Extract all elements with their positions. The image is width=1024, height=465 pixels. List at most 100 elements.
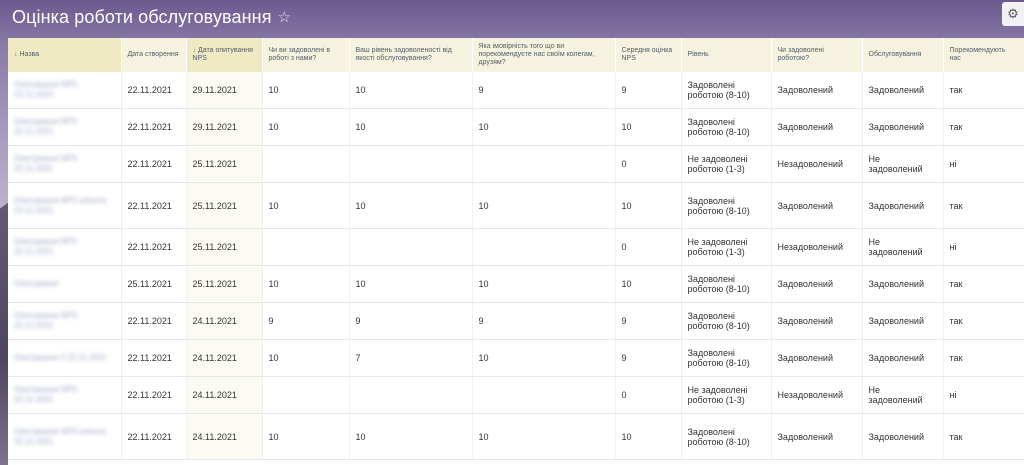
table-cell-satisfied: Незадоволений <box>771 376 863 414</box>
table-cell-name[interactable]: Опитування NPS 22.11.2021 <box>8 72 122 109</box>
column-header[interactable]: Середня оцінка NPS <box>615 38 682 72</box>
table-cell-service: Не задоволений <box>862 228 944 266</box>
table-cell-created: 22.11.2021 <box>121 145 187 183</box>
table-cell-service: Задоволений <box>862 302 944 340</box>
table-cell-avg: 0 <box>615 376 682 414</box>
table-row[interactable]: Опитування NPS 22.11.2021 22.11.2021 25.11… <box>8 145 1024 183</box>
column-header-label: Обслуговування <box>868 51 922 58</box>
column-header[interactable]: ↓ Назва <box>8 38 122 72</box>
table-cell-satisfied: Задоволений <box>771 182 863 229</box>
record-name-link[interactable]: Опитування NPS 22.11.2021 <box>14 80 115 100</box>
table-cell-q2: 7 <box>349 339 473 377</box>
record-name-link[interactable]: Опитування NPS 22.11.2021 <box>14 311 115 331</box>
table-cell-recommend: так <box>943 182 1024 229</box>
table-cell-q1 <box>262 145 350 183</box>
record-name-link[interactable]: Опитування NPS клієнта 22.11.2021 <box>14 196 115 216</box>
column-header[interactable]: Дата створення <box>121 38 187 72</box>
record-name-link[interactable]: Опитування NPS клієнта 22.11.2021 <box>14 427 115 447</box>
table-cell-recommend: так <box>943 108 1024 146</box>
table-cell-service: Задоволений <box>862 339 944 377</box>
favorite-star-icon[interactable]: ☆ <box>278 8 292 26</box>
table-cell-q1 <box>262 376 350 414</box>
table-cell-satisfied: Задоволений <box>771 72 863 109</box>
table-cell-survey: 25.11.2021 <box>186 145 263 183</box>
table-cell-satisfied: Задоволений <box>771 302 863 340</box>
page-title-text: Оцінка роботи обслуговування <box>12 7 272 27</box>
table-row[interactable]: Опитування 25.11.2021 25.11.2021 10 10 10 10 За… <box>8 265 1024 303</box>
table-cell-q2: 9 <box>349 302 473 340</box>
table-cell-recommend: так <box>943 72 1024 109</box>
table-cell-satisfied: Задоволений <box>771 265 863 303</box>
record-name-link[interactable]: Опитування NPS 22.11.2021 <box>14 237 115 257</box>
table-cell-created: 22.11.2021 <box>121 108 187 146</box>
column-header-label: Рівень <box>687 51 709 58</box>
table-cell-name[interactable]: Опитування NPS 22.11.2021 <box>8 302 122 340</box>
table-cell-level: Задоволені роботою (8-10) <box>681 72 772 109</box>
table-cell-name[interactable]: Опитування <box>8 265 122 303</box>
table-cell-avg: 10 <box>615 413 682 460</box>
table-cell-name[interactable]: Опитування 2 22.11.2021 <box>8 339 122 377</box>
record-name-link[interactable]: Опитування NPS 22.11.2021 <box>14 154 115 174</box>
column-header[interactable]: Яка імовірність того що ви порекомендуєт… <box>472 38 616 72</box>
table-cell-satisfied: Задоволений <box>771 413 863 460</box>
table-row[interactable]: Опитування NPS 22.11.2021 22.11.2021 25.11… <box>8 228 1024 266</box>
table-cell-q3: 9 <box>472 302 616 340</box>
table-row[interactable]: Опитування NPS клієнта 22.11.2021 22.11.2… <box>8 413 1024 460</box>
table-cell-name[interactable]: Опитування NPS клієнта 22.11.2021 <box>8 413 122 460</box>
table-cell-level: Задоволені роботою (8-10) <box>681 265 772 303</box>
record-name-link[interactable]: Опитування NPS 22.11.2021 <box>14 117 115 137</box>
table-cell-survey: 25.11.2021 <box>186 182 263 229</box>
record-name-link[interactable]: Опитування <box>14 279 115 289</box>
column-header-label: Чи задоволені роботою? <box>777 47 824 62</box>
table-row[interactable]: Опитування NPS 22.11.2021 22.11.2021 29.11… <box>8 108 1024 146</box>
table-cell-q1: 10 <box>262 265 350 303</box>
table-cell-survey: 24.11.2021 <box>186 413 263 460</box>
table-cell-level: Задоволені роботою (8-10) <box>681 413 772 460</box>
column-header[interactable]: Чи задоволені роботою? <box>771 38 863 72</box>
table-cell-avg: 9 <box>615 302 682 340</box>
table-cell-survey: 24.11.2021 <box>186 302 263 340</box>
nps-table: ↓ Назва Дата створення ↓ Дата опитування NPS… <box>8 38 1024 460</box>
table-cell-survey: 24.11.2021 <box>186 376 263 414</box>
table-cell-created: 22.11.2021 <box>121 182 187 229</box>
table-cell-q3: 10 <box>472 108 616 146</box>
table-cell-satisfied: Незадоволений <box>771 145 863 183</box>
table-cell-satisfied: Незадоволений <box>771 228 863 266</box>
record-name-link[interactable]: Опитування 2 22.11.2021 <box>14 353 115 363</box>
table-cell-name[interactable]: Опитування NPS 22.11.2021 <box>8 145 122 183</box>
table-cell-q2: 10 <box>349 265 473 303</box>
table-cell-avg: 0 <box>615 228 682 266</box>
column-header[interactable]: Обслуговування <box>862 38 944 72</box>
table-row[interactable]: Опитування 2 22.11.2021 22.11.2021 24.11.2… <box>8 339 1024 377</box>
table-cell-q2: 10 <box>349 182 473 229</box>
settings-button[interactable]: ⚙ <box>1002 2 1024 26</box>
table-cell-name[interactable]: Опитування NPS 22.11.2021 <box>8 108 122 146</box>
table-row[interactable]: Опитування NPS 22.11.2021 22.11.2021 24.11… <box>8 302 1024 340</box>
table-cell-recommend: ні <box>943 145 1024 183</box>
record-name-link[interactable]: Опитування NPS 22.11.2021 <box>14 385 115 405</box>
table-cell-name[interactable]: Опитування NPS клієнта 22.11.2021 <box>8 182 122 229</box>
table-cell-name[interactable]: Опитування NPS 22.11.2021 <box>8 376 122 414</box>
table-cell-q1 <box>262 228 350 266</box>
table-row[interactable]: Опитування NPS 22.11.2021 22.11.2021 29.11… <box>8 72 1024 109</box>
table-cell-q3: 9 <box>472 72 616 109</box>
column-header-label: Середня оцінка NPS <box>621 47 673 62</box>
table-cell-survey: 25.11.2021 <box>186 228 263 266</box>
column-header[interactable]: ↓ Дата опитування NPS <box>186 38 263 72</box>
table-row[interactable]: Опитування NPS 22.11.2021 22.11.2021 24.11… <box>8 376 1024 414</box>
table-cell-survey: 24.11.2021 <box>186 339 263 377</box>
table-cell-level: Не задоволені роботою (1-3) <box>681 145 772 183</box>
table-cell-q2: 10 <box>349 72 473 109</box>
column-header[interactable]: Чи ви задоволені в роботі з нами? <box>262 38 350 72</box>
column-header[interactable]: Рівень <box>681 38 772 72</box>
table-cell-created: 25.11.2021 <box>121 265 187 303</box>
table-cell-q2 <box>349 376 473 414</box>
column-header[interactable]: Порекомендують нас <box>943 38 1024 72</box>
table-row[interactable]: Опитування NPS клієнта 22.11.2021 22.11.2… <box>8 182 1024 229</box>
table-cell-q1: 10 <box>262 182 350 229</box>
gear-icon: ⚙ <box>1007 6 1019 21</box>
table-cell-q1: 9 <box>262 302 350 340</box>
table-cell-q1: 10 <box>262 413 350 460</box>
column-header[interactable]: Ваш рівень задоволеності від якості обсл… <box>349 38 473 72</box>
table-cell-name[interactable]: Опитування NPS 22.11.2021 <box>8 228 122 266</box>
